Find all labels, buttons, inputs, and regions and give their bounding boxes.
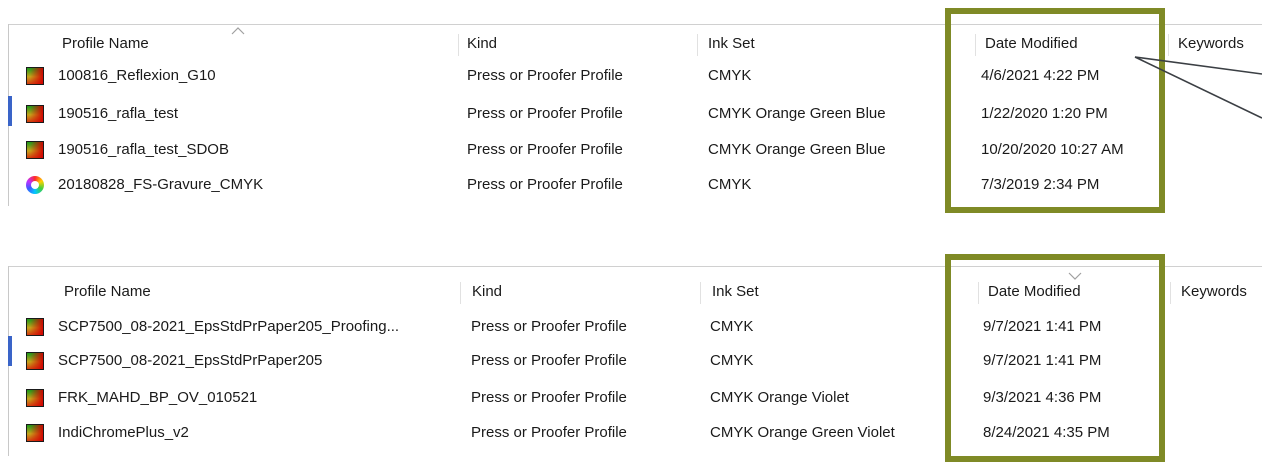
callout-arrow-lines bbox=[1134, 56, 1262, 119]
